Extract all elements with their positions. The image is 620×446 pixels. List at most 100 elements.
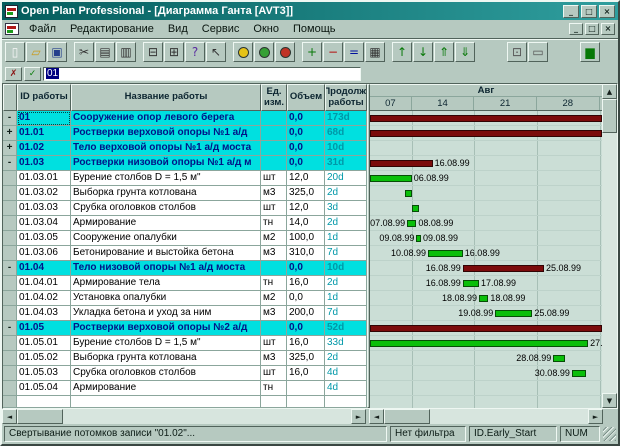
close-button[interactable]: × [599, 5, 615, 18]
task-id-cell[interactable]: 01.04 [17, 261, 71, 276]
column-header-unit[interactable]: Ед. изм. [261, 84, 287, 111]
gantt-scroll-right-button[interactable]: ► [588, 409, 603, 424]
expand-toggle[interactable]: + [3, 126, 17, 141]
task-volume-cell[interactable]: 0,0 [287, 141, 325, 156]
task-unit-cell[interactable] [261, 141, 287, 156]
task-name-cell[interactable]: Армирование тела [71, 276, 261, 291]
column-header-id[interactable]: ID работы [17, 84, 71, 111]
task-unit-cell[interactable]: шт [261, 201, 287, 216]
task-duration-cell[interactable]: 68d [325, 126, 367, 141]
expand-toggle[interactable]: - [3, 321, 17, 336]
gantt-summary-bar[interactable] [370, 130, 602, 137]
task-duration-cell[interactable]: 7d [325, 246, 367, 261]
table-scroll-right-button[interactable]: ► [351, 409, 366, 424]
add-activity-button[interactable]: + [302, 42, 322, 62]
task-name-cell[interactable]: Ростверки верховой опоры №1 а/д [71, 126, 261, 141]
table-scroll-thumb[interactable] [17, 409, 63, 424]
cancel-button[interactable]: ✗ [5, 67, 22, 81]
table-horizontal-scrollbar[interactable]: ◄ ► [2, 409, 366, 424]
task-unit-cell[interactable]: шт [261, 171, 287, 186]
delete-activity-button[interactable]: − [323, 42, 343, 62]
task-duration-cell[interactable]: 2d [325, 276, 367, 291]
gantt-task-bar[interactable] [370, 340, 588, 347]
task-volume-cell[interactable]: 0,0 [287, 156, 325, 171]
task-volume-cell[interactable]: 325,0 [287, 186, 325, 201]
task-id-cell[interactable]: 01.03.04 [17, 216, 71, 231]
task-volume-cell[interactable]: 0,0 [287, 321, 325, 336]
menu-item[interactable]: Помощь [286, 22, 343, 36]
task-name-cell[interactable]: Тело низовой опоры №1 а/д моста [71, 261, 261, 276]
task-volume-cell[interactable]: 16,0 [287, 366, 325, 381]
task-volume-cell[interactable]: 16,0 [287, 336, 325, 351]
task-name-cell[interactable]: Армирование [71, 216, 261, 231]
task-unit-cell[interactable] [261, 321, 287, 336]
task-unit-cell[interactable]: тн [261, 216, 287, 231]
rollup-button[interactable]: ⇑ [434, 42, 454, 62]
help-button[interactable]: ? [185, 42, 205, 62]
task-id-cell[interactable]: 01.05.03 [17, 366, 71, 381]
gantt-scroll-thumb[interactable] [384, 409, 430, 424]
menu-item[interactable]: Редактирование [63, 22, 161, 36]
task-name-cell[interactable]: Выборка грунта котлована [71, 351, 261, 366]
task-volume-cell[interactable]: 0,0 [287, 126, 325, 141]
task-unit-cell[interactable]: тн [261, 276, 287, 291]
task-unit-cell[interactable]: м3 [261, 306, 287, 321]
resource-analysis-button[interactable] [275, 42, 295, 62]
new-document-button[interactable]: ▯ [5, 42, 25, 62]
gantt-task-bar[interactable] [405, 190, 412, 197]
task-unit-cell[interactable]: шт [261, 366, 287, 381]
resize-grip[interactable] [603, 427, 616, 441]
link-activities-button[interactable]: = [344, 42, 364, 62]
open-button[interactable]: ▱ [26, 42, 46, 62]
menu-item[interactable]: Окно [246, 22, 286, 36]
task-duration-cell[interactable]: 33d [325, 336, 367, 351]
task-volume-cell[interactable]: 310,0 [287, 246, 325, 261]
task-volume-cell[interactable]: 12,0 [287, 171, 325, 186]
task-id-cell[interactable]: 01.03.02 [17, 186, 71, 201]
copy-button[interactable]: ▤ [95, 42, 115, 62]
task-unit-cell[interactable]: м3 [261, 186, 287, 201]
task-duration-cell[interactable]: 1d [325, 231, 367, 246]
task-duration-cell[interactable]: 10d [325, 141, 367, 156]
vertical-scroll-track[interactable] [602, 99, 617, 393]
paste-button[interactable]: ▥ [116, 42, 136, 62]
task-id-cell[interactable]: 01.03.05 [17, 231, 71, 246]
task-id-cell[interactable]: 01.05.02 [17, 351, 71, 366]
task-name-cell[interactable]: Укладка бетона и уход за ним [71, 306, 261, 321]
vertical-scrollbar[interactable]: ▲ ▼ [602, 84, 617, 408]
task-id-cell[interactable]: 01.03.06 [17, 246, 71, 261]
task-duration-cell[interactable]: 4d [325, 381, 367, 396]
task-name-cell[interactable]: Сооружение опор левого берега [71, 111, 261, 126]
gantt-task-bar[interactable] [463, 280, 479, 287]
task-volume-cell[interactable]: 12,0 [287, 201, 325, 216]
time-now-button[interactable] [233, 42, 253, 62]
task-unit-cell[interactable]: тн [261, 381, 287, 396]
save-button[interactable]: ▣ [47, 42, 67, 62]
print-preview-button[interactable]: ⊞ [164, 42, 184, 62]
task-id-cell[interactable]: 01.05 [17, 321, 71, 336]
table-scroll-left-button[interactable]: ◄ [2, 409, 17, 424]
cut-button[interactable]: ✂ [74, 42, 94, 62]
gantt-task-bar[interactable] [428, 250, 463, 257]
move-down-button[interactable]: ↓ [413, 42, 433, 62]
task-duration-cell[interactable]: 20d [325, 171, 367, 186]
task-volume-cell[interactable]: 100,0 [287, 231, 325, 246]
gantt-summary-bar[interactable] [370, 115, 602, 122]
vertical-scroll-thumb[interactable] [602, 99, 617, 133]
task-id-cell[interactable]: 01.04.02 [17, 291, 71, 306]
scroll-up-button[interactable]: ▲ [602, 84, 617, 99]
task-id-cell[interactable]: 01.01 [17, 126, 71, 141]
print-button[interactable]: ⊟ [143, 42, 163, 62]
task-duration-cell[interactable]: 4d [325, 366, 367, 381]
barchart-button[interactable]: ▆ [580, 42, 600, 62]
task-duration-cell[interactable]: 173d [325, 111, 367, 126]
task-volume-cell[interactable]: 0,0 [287, 111, 325, 126]
gantt-summary-bar[interactable] [463, 265, 544, 272]
task-unit-cell[interactable]: шт [261, 336, 287, 351]
task-duration-cell[interactable]: 2d [325, 351, 367, 366]
grid-button[interactable]: ▦ [365, 42, 385, 62]
task-volume-cell[interactable]: 0,0 [287, 261, 325, 276]
task-name-cell[interactable]: Установка опалубки [71, 291, 261, 306]
task-unit-cell[interactable] [261, 111, 287, 126]
task-name-cell[interactable]: Тело верховой опоры №1 а/д моста [71, 141, 261, 156]
